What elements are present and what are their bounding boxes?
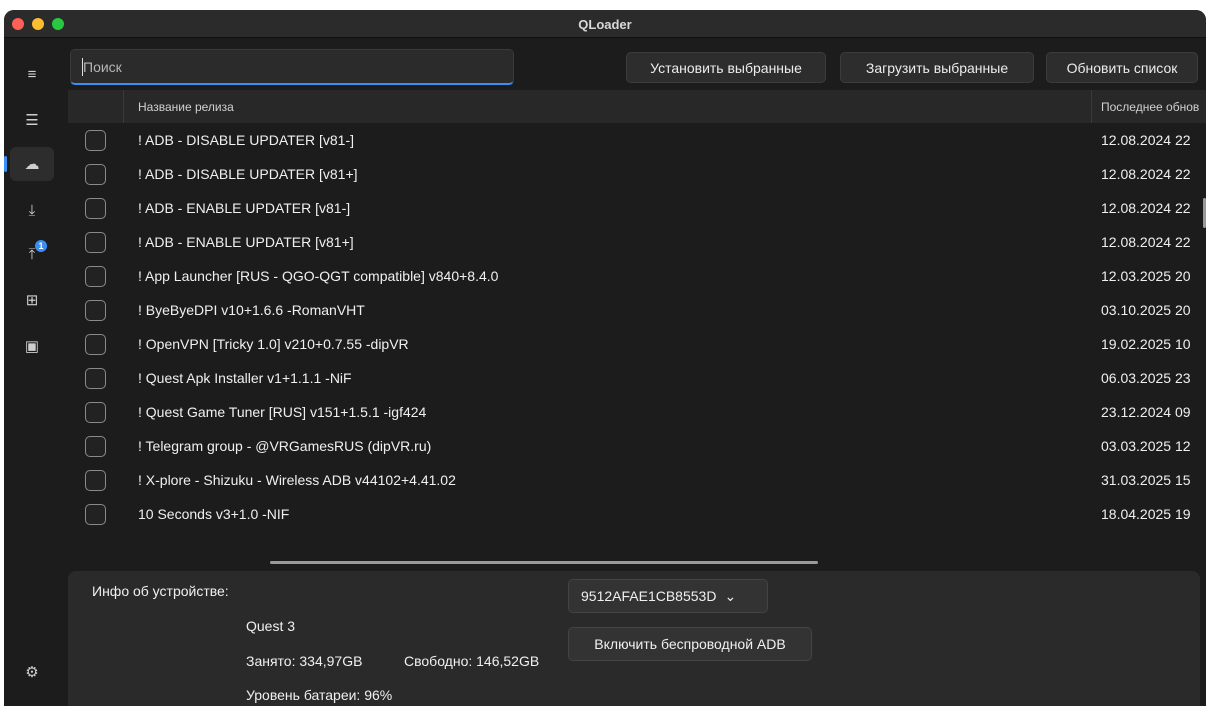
refresh-list-button[interactable]: Обновить список [1046,52,1198,83]
releases-table: Название релиза Последнее обнов ! ADB - … [68,90,1206,562]
table-row[interactable]: ! App Launcher [RUS - QGO-QGT compatible… [68,259,1206,293]
download-icon[interactable]: ⤓ [10,193,54,227]
release-date: 18.04.2025 19 [1101,506,1191,522]
search-input[interactable] [70,49,514,85]
release-date: 03.10.2025 20 [1101,302,1191,318]
release-name: ! Telegram group - @VRGamesRUS (dipVR.ru… [138,438,432,454]
release-name: ! ByeByeDPI v10+1.6.6 -RomanVHT [138,302,365,318]
row-checkbox[interactable] [85,164,106,185]
storage-free: Свободно: 146,52GB [404,653,540,669]
row-checkbox[interactable] [85,402,106,423]
cloud-icon[interactable]: ☁ [4,147,54,181]
release-name: ! ADB - DISABLE UPDATER [v81-] [138,132,355,148]
save-icon[interactable]: ▣ [10,329,54,363]
column-header-updated[interactable]: Последнее обнов [1101,100,1199,114]
release-date: 06.03.2025 23 [1101,370,1191,386]
apps-icon[interactable]: ⊞ [10,283,54,317]
release-date: 12.08.2024 22 [1101,132,1191,148]
release-date: 23.12.2024 09 [1101,404,1191,420]
main-panel: Установить выбранные Загрузить выбранные… [60,39,1206,706]
table-row[interactable]: ! Quest Apk Installer v1+1.1.1 -NiF 06.0… [68,361,1206,395]
enable-wireless-adb-button[interactable]: Включить беспроводной ADB [568,627,812,661]
release-date: 12.08.2024 22 [1101,234,1191,250]
release-name: ! OpenVPN [Tricky 1.0] v210+0.7.55 -dipV… [138,336,409,352]
install-selected-button[interactable]: Установить выбранные [626,52,826,83]
table-row[interactable]: ! ADB - ENABLE UPDATER [v81+] 12.08.2024… [68,225,1206,259]
app-window: QLoader ≡ ☰ ☁ ⤓ ⤒ 1 ⊞ ▣ ⚙ Установить выб… [4,10,1206,706]
battery-level: Уровень батареи: 96% [246,687,393,703]
chevron-down-icon: ⌄ [724,587,737,604]
row-checkbox[interactable] [85,198,106,219]
vertical-scrollbar[interactable] [1203,198,1206,228]
horizontal-scrollbar[interactable] [270,561,818,564]
release-name: ! Quest Apk Installer v1+1.1.1 -NiF [138,370,352,386]
release-date: 12.03.2025 20 [1101,268,1191,284]
device-serial: 9512AFAE1CB8553D [581,588,717,604]
hamburger-menu-icon[interactable]: ≡ [10,57,54,91]
device-info-label: Инфо об устройстве: [92,583,229,599]
column-header-name[interactable]: Название релиза [138,100,234,114]
release-date: 12.08.2024 22 [1101,166,1191,182]
row-checkbox[interactable] [85,368,106,389]
table-header: Название релиза Последнее обнов [68,90,1206,123]
table-row[interactable]: ! Telegram group - @VRGamesRUS (dipVR.ru… [68,429,1206,463]
column-separator [123,90,124,123]
release-date: 03.03.2025 12 [1101,438,1191,454]
row-checkbox[interactable] [85,300,106,321]
release-date: 19.02.2025 10 [1101,336,1191,352]
row-checkbox[interactable] [85,436,106,457]
row-checkbox[interactable] [85,470,106,491]
table-row[interactable]: ! X-plore - Shizuku - Wireless ADB v4410… [68,463,1206,497]
row-checkbox[interactable] [85,266,106,287]
release-name: ! ADB - ENABLE UPDATER [v81-] [138,200,351,216]
table-row[interactable]: ! ByeByeDPI v10+1.6.6 -RomanVHT 03.10.20… [68,293,1206,327]
row-checkbox[interactable] [85,334,106,355]
device-model: Quest 3 [246,618,296,634]
column-separator [1091,90,1092,123]
upload-icon[interactable]: ⤒ 1 [10,237,54,271]
table-row[interactable]: 10 Seconds v3+1.0 -NIF 18.04.2025 19 [68,497,1206,531]
table-row[interactable]: ! Quest Game Tuner [RUS] v151+1.5.1 -igf… [68,395,1206,429]
table-row[interactable]: ! ADB - DISABLE UPDATER [v81+] 12.08.202… [68,157,1206,191]
storage-used: Занято: 334,97GB [246,653,363,669]
release-name: ! ADB - ENABLE UPDATER [v81+] [138,234,354,250]
title-bar: QLoader [4,10,1206,38]
release-name: ! Quest Game Tuner [RUS] v151+1.5.1 -igf… [138,404,427,420]
table-row[interactable]: ! ADB - ENABLE UPDATER [v81-] 12.08.2024… [68,191,1206,225]
device-select-dropdown[interactable]: 9512AFAE1CB8553D ⌄ [568,579,768,613]
release-date: 12.08.2024 22 [1101,200,1191,216]
row-checkbox[interactable] [85,504,106,525]
sidebar: ≡ ☰ ☁ ⤓ ⤒ 1 ⊞ ▣ ⚙ [4,39,60,706]
device-info-panel: Инфо об устройстве: Quest 3 Занято: 334,… [68,571,1200,706]
release-name: ! X-plore - Shizuku - Wireless ADB v4410… [138,472,456,488]
table-row[interactable]: ! OpenVPN [Tricky 1.0] v210+0.7.55 -dipV… [68,327,1206,361]
row-checkbox[interactable] [85,130,106,151]
upload-icon-glyph: ⤒ [28,245,36,263]
release-name: ! App Launcher [RUS - QGO-QGT compatible… [138,268,499,284]
list-icon[interactable]: ☰ [10,103,54,137]
upload-count-badge: 1 [35,240,47,252]
text-cursor [82,58,83,76]
release-name: ! ADB - DISABLE UPDATER [v81+] [138,166,358,182]
download-selected-button[interactable]: Загрузить выбранные [840,52,1034,83]
window-title: QLoader [578,17,632,32]
settings-gear-icon[interactable]: ⚙ [10,655,54,689]
release-name: 10 Seconds v3+1.0 -NIF [138,506,290,522]
row-checkbox[interactable] [85,232,106,253]
release-date: 31.03.2025 15 [1101,472,1191,488]
table-row[interactable]: ! ADB - DISABLE UPDATER [v81-] 12.08.202… [68,123,1206,157]
